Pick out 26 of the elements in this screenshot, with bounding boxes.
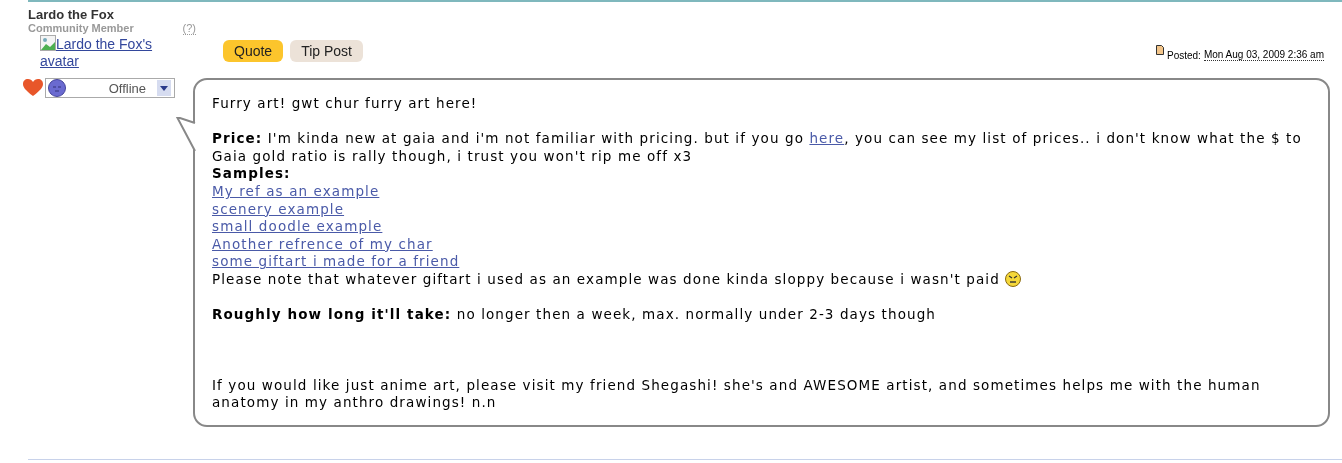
face-icon	[48, 79, 66, 97]
post-text: Please note that whatever giftart i used as an example was done kinda sloppy because i wasn't paid	[212, 270, 1312, 289]
post-text: Roughly how long it'll take: no longer then a week, max. normally under 2-3 days though	[212, 306, 937, 324]
document-icon	[1156, 45, 1164, 55]
status-text: Offline	[108, 80, 146, 96]
post-text: If you would like just anime art, please visit my friend Shegashi! she's and AWESOME artist, and sometimes helps me with the human anatomy in my anthro drawings! n.n	[212, 376, 1262, 412]
section-heading: Samples:	[212, 165, 292, 183]
text-link[interactable]: here	[809, 130, 845, 147]
heart-icon	[23, 79, 43, 97]
post-text: Furry art! gwt chur furry art here!	[212, 95, 479, 113]
text-link[interactable]: small doodle example	[212, 218, 383, 235]
quote-button[interactable]: Quote	[223, 40, 284, 62]
tip-button[interactable]: Tip Post	[290, 40, 363, 62]
avatar-link[interactable]: Lardo the Fox's avatar	[40, 35, 170, 70]
text-link[interactable]: My ref as an example	[212, 182, 380, 199]
user-rank: Community Member	[28, 22, 134, 35]
text-link[interactable]: Another refrence of my char	[212, 235, 433, 252]
post-text: Price: I'm kinda new at gaia and i'm not familiar with pricing. but if you go here, you can see my list of prices.. i don't know what the $ to Gaia gold ratio is rally though, i trust you won't rip me off x3	[212, 130, 1303, 166]
smiley-icon	[1005, 270, 1022, 287]
status-dropdown[interactable]: Offline	[45, 78, 175, 98]
posted-label: Posted:	[1167, 50, 1201, 61]
broken-image-icon	[40, 35, 56, 51]
text-link[interactable]: some giftart i made for a friend	[212, 253, 460, 270]
username: Lardo the Fox	[28, 7, 115, 22]
text-link[interactable]: scenery example	[212, 200, 345, 217]
post-date: Mon Aug 03, 2009 2:36 am	[1203, 49, 1324, 61]
